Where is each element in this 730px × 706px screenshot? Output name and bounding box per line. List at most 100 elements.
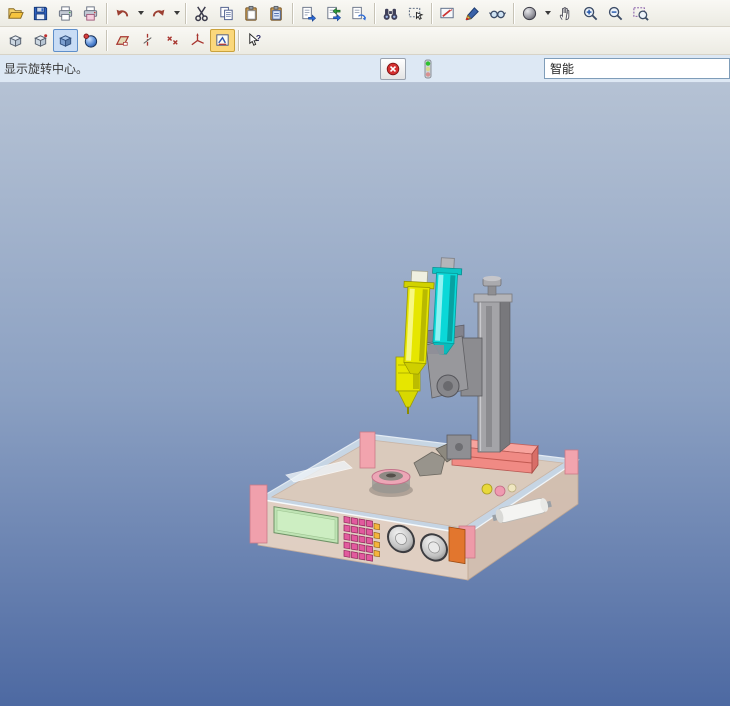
spectacles-icon bbox=[489, 10, 506, 18]
print-setup-icon bbox=[83, 5, 98, 21]
zoom-in-icon bbox=[583, 6, 598, 20]
refit-icon bbox=[633, 6, 649, 21]
viewport-background[interactable] bbox=[0, 83, 730, 706]
datum-point-toggle[interactable] bbox=[160, 29, 185, 52]
paste-button[interactable] bbox=[239, 2, 264, 25]
zoom-out-icon bbox=[608, 6, 623, 20]
separator bbox=[106, 2, 107, 24]
copy-icon bbox=[220, 6, 233, 20]
paste-icon bbox=[245, 5, 257, 21]
toolbar-main bbox=[0, 0, 730, 27]
redo-button[interactable] bbox=[146, 2, 171, 25]
select-box-button[interactable] bbox=[403, 2, 428, 25]
datum-axis-icon bbox=[143, 33, 152, 48]
cube-views-icon bbox=[34, 34, 48, 47]
application-window: ? 显示旋转中心。 智能 bbox=[0, 0, 730, 706]
chevron-down-icon bbox=[173, 11, 180, 15]
print-icon bbox=[58, 5, 73, 21]
undo-button[interactable] bbox=[110, 2, 135, 25]
datum-plane-toggle[interactable] bbox=[110, 29, 135, 52]
undo-icon bbox=[116, 9, 129, 17]
regeneration-status-button[interactable] bbox=[421, 58, 435, 80]
redline-button[interactable] bbox=[435, 2, 460, 25]
find-button[interactable] bbox=[378, 2, 403, 25]
chevron-down-icon bbox=[137, 11, 144, 15]
cut-scissors-icon bbox=[195, 5, 208, 21]
import-list-button[interactable] bbox=[296, 2, 321, 25]
datum-point-icon bbox=[167, 36, 178, 45]
datum-axis-toggle[interactable] bbox=[135, 29, 160, 52]
update-list-icon bbox=[327, 6, 342, 21]
annotation-display-toggle[interactable] bbox=[210, 29, 235, 52]
appearance-button[interactable] bbox=[517, 2, 542, 25]
datum-plane-icon bbox=[115, 36, 130, 46]
default-view-button[interactable] bbox=[3, 29, 28, 52]
redline-board-icon bbox=[440, 7, 454, 18]
3d-viewport[interactable] bbox=[0, 83, 730, 706]
redo-icon bbox=[152, 9, 165, 17]
update-list-button[interactable] bbox=[321, 2, 346, 25]
help-cursor-icon: ? bbox=[249, 32, 261, 46]
spectacles-button[interactable] bbox=[485, 2, 510, 25]
stop-button[interactable] bbox=[380, 58, 406, 80]
cut-button[interactable] bbox=[189, 2, 214, 25]
chevron-down-icon bbox=[544, 11, 551, 15]
model-syringe-clamp[interactable] bbox=[428, 345, 444, 354]
separator bbox=[185, 2, 186, 24]
undo-dropdown[interactable] bbox=[135, 2, 146, 25]
toolbar-view: ? bbox=[0, 27, 730, 55]
separator bbox=[292, 2, 293, 24]
pen-icon bbox=[465, 6, 479, 20]
csys-icon bbox=[191, 32, 204, 46]
import-list-icon bbox=[302, 6, 317, 22]
refit-button[interactable] bbox=[628, 2, 653, 25]
context-help-button[interactable]: ? bbox=[242, 29, 267, 52]
message-bar: 显示旋转中心。 智能 bbox=[0, 55, 730, 83]
zoom-out-button[interactable] bbox=[603, 2, 628, 25]
viewport-canvas[interactable] bbox=[0, 83, 730, 706]
status-message: 显示旋转中心。 bbox=[4, 62, 89, 76]
paste-special-button[interactable] bbox=[264, 2, 289, 25]
traffic-light-icon bbox=[424, 59, 432, 79]
print-setup-button[interactable] bbox=[78, 2, 103, 25]
save-button[interactable] bbox=[28, 2, 53, 25]
model-power-module[interactable] bbox=[448, 526, 466, 565]
sync-list-icon bbox=[352, 6, 366, 20]
csys-toggle[interactable] bbox=[185, 29, 210, 52]
annotate-pen-button[interactable] bbox=[460, 2, 485, 25]
selection-filter-combobox[interactable]: 智能 bbox=[544, 58, 730, 79]
separator bbox=[106, 30, 107, 51]
paste-special-icon bbox=[270, 5, 282, 21]
separator bbox=[431, 2, 432, 24]
model-ball-yellow[interactable] bbox=[481, 483, 493, 495]
open-folder-icon bbox=[8, 7, 24, 19]
render-sphere-icon bbox=[83, 33, 98, 48]
separator bbox=[374, 2, 375, 24]
redo-dropdown[interactable] bbox=[171, 2, 182, 25]
saved-views-button[interactable] bbox=[28, 29, 53, 52]
render-button[interactable] bbox=[78, 29, 103, 52]
open-button[interactable] bbox=[3, 2, 28, 25]
cube-shaded-icon bbox=[59, 35, 72, 47]
pan-hand-icon bbox=[559, 6, 570, 20]
pan-button[interactable] bbox=[553, 2, 578, 25]
shaded-display-button[interactable] bbox=[53, 29, 78, 52]
binoculars-icon bbox=[383, 8, 398, 20]
selection-filter-value: 智能 bbox=[550, 62, 575, 76]
print-button[interactable] bbox=[53, 2, 78, 25]
appearance-dropdown[interactable] bbox=[542, 2, 553, 25]
svg-text:?: ? bbox=[256, 33, 261, 43]
separator bbox=[513, 2, 514, 24]
appearance-sphere-icon bbox=[522, 6, 537, 20]
annotation-icon bbox=[216, 34, 229, 46]
cube-wireframe-icon bbox=[9, 35, 22, 47]
select-box-icon bbox=[408, 7, 424, 20]
model-rotary-table[interactable] bbox=[369, 469, 413, 498]
sync-list-button[interactable] bbox=[346, 2, 371, 25]
copy-button[interactable] bbox=[214, 2, 239, 25]
model-ball-pink[interactable] bbox=[494, 485, 506, 497]
model-ball-cream[interactable] bbox=[507, 483, 517, 493]
separator bbox=[238, 30, 239, 51]
zoom-in-button[interactable] bbox=[578, 2, 603, 25]
save-icon bbox=[33, 6, 48, 20]
